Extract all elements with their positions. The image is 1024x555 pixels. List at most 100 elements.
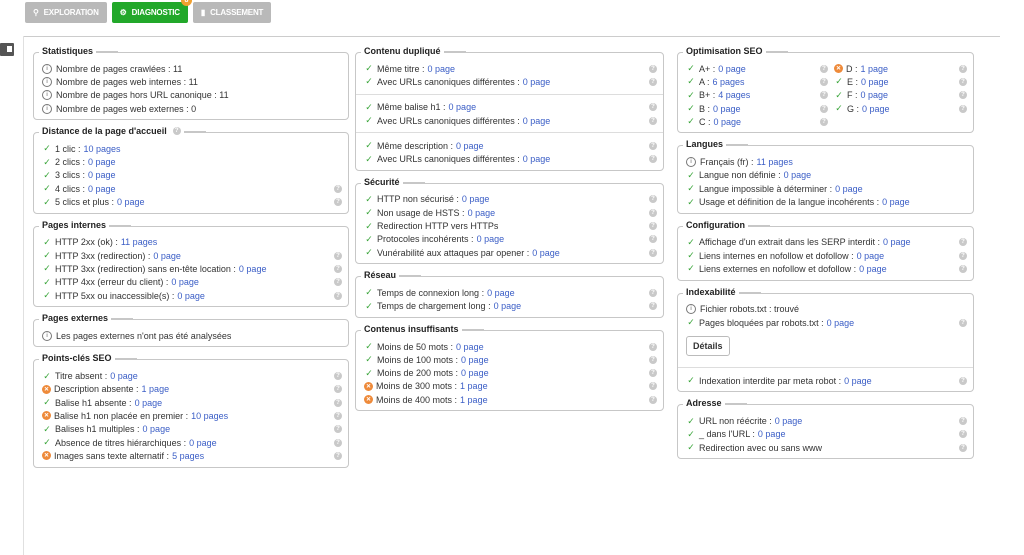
help-icon[interactable]: ?: [649, 64, 657, 73]
help-icon[interactable]: ?: [649, 116, 657, 125]
pages-link[interactable]: 0 page: [189, 438, 217, 448]
tab-exploration[interactable]: ⚲ EXPLORATION: [25, 2, 107, 23]
help-icon[interactable]: ?: [334, 425, 342, 434]
help-icon[interactable]: ?: [334, 398, 342, 407]
help-icon[interactable]: ?: [649, 103, 657, 112]
pages-link[interactable]: 0 page: [835, 184, 863, 194]
pages-link[interactable]: 0 page: [532, 248, 560, 258]
pages-link[interactable]: 4 pages: [718, 90, 750, 100]
pages-link[interactable]: 0 page: [883, 237, 911, 247]
help-icon[interactable]: ?: [959, 77, 967, 86]
pages-link[interactable]: 0 page: [117, 197, 145, 207]
help-icon[interactable]: ?: [649, 302, 657, 311]
help-icon[interactable]: ?: [649, 355, 657, 364]
help-icon[interactable]: ?: [649, 155, 657, 164]
pages-link[interactable]: 11 pages: [757, 157, 793, 167]
sidebar-toggle-icon[interactable]: [0, 43, 14, 56]
tab-classement[interactable]: ▮ CLASSEMENT: [192, 2, 272, 23]
pages-link[interactable]: 1 page: [861, 64, 889, 74]
pages-link[interactable]: 0 page: [714, 117, 742, 127]
help-icon[interactable]: ?: [820, 64, 828, 73]
help-icon[interactable]: ?: [334, 291, 342, 300]
help-icon[interactable]: ?: [820, 77, 828, 86]
help-icon[interactable]: ?: [334, 372, 342, 381]
help-icon[interactable]: ?: [649, 342, 657, 351]
help-icon[interactable]: ?: [334, 251, 342, 260]
help-icon[interactable]: ?: [649, 395, 657, 404]
help-icon[interactable]: ?: [959, 64, 967, 73]
pages-link[interactable]: 10 pages: [84, 144, 121, 154]
help-icon[interactable]: ?: [334, 438, 342, 447]
pages-link[interactable]: 0 page: [468, 208, 496, 218]
pages-link[interactable]: 0 page: [882, 197, 910, 207]
pages-link[interactable]: 0 page: [449, 102, 477, 112]
help-icon[interactable]: ?: [334, 411, 342, 420]
help-icon[interactable]: ?: [959, 264, 967, 273]
help-icon[interactable]: ?: [959, 251, 967, 260]
help-icon[interactable]: ?: [649, 235, 657, 244]
help-icon[interactable]: ?: [334, 198, 342, 207]
pages-link[interactable]: 0 page: [239, 264, 267, 274]
pages-link[interactable]: 0 page: [718, 64, 746, 74]
pages-link[interactable]: 1 page: [142, 384, 170, 394]
pages-link[interactable]: 0 page: [88, 184, 116, 194]
help-icon[interactable]: ?: [649, 288, 657, 297]
tab-diagnostic[interactable]: ⚙ DIAGNOSTIC 8: [111, 0, 192, 23]
help-icon[interactable]: ?: [820, 117, 828, 126]
details-button[interactable]: Détails: [686, 336, 730, 357]
help-icon[interactable]: ?: [820, 91, 828, 100]
pages-link[interactable]: 0 page: [177, 291, 205, 301]
help-icon[interactable]: ?: [334, 184, 342, 193]
pages-link[interactable]: 5 pages: [172, 451, 204, 461]
help-icon[interactable]: ?: [172, 127, 181, 136]
help-icon[interactable]: ?: [649, 208, 657, 217]
help-icon[interactable]: ?: [820, 104, 828, 113]
help-icon[interactable]: ?: [649, 222, 657, 231]
pages-link[interactable]: 0 page: [143, 424, 171, 434]
pages-link[interactable]: 0 page: [859, 264, 887, 274]
pages-link[interactable]: 0 page: [487, 288, 515, 298]
help-icon[interactable]: ?: [649, 77, 657, 86]
pages-link[interactable]: 0 page: [110, 371, 138, 381]
help-icon[interactable]: ?: [649, 369, 657, 378]
pages-link[interactable]: 0 page: [428, 64, 456, 74]
pages-link[interactable]: 0 page: [461, 355, 489, 365]
pages-link[interactable]: 11 pages: [121, 237, 157, 247]
help-icon[interactable]: ?: [959, 104, 967, 113]
help-icon[interactable]: ?: [959, 443, 967, 452]
pages-link[interactable]: 0 page: [861, 90, 889, 100]
pages-link[interactable]: 6 pages: [713, 77, 745, 87]
help-icon[interactable]: ?: [959, 417, 967, 426]
pages-link[interactable]: 10 pages: [191, 411, 228, 421]
help-icon[interactable]: ?: [334, 264, 342, 273]
pages-link[interactable]: 0 page: [462, 194, 490, 204]
pages-link[interactable]: 0 page: [857, 251, 885, 261]
pages-link[interactable]: 0 page: [775, 416, 803, 426]
help-icon[interactable]: ?: [959, 238, 967, 247]
help-icon[interactable]: ?: [959, 91, 967, 100]
pages-link[interactable]: 0 page: [153, 251, 181, 261]
pages-link[interactable]: 0 page: [844, 376, 872, 386]
pages-link[interactable]: 0 page: [713, 104, 741, 114]
pages-link[interactable]: 0 page: [758, 429, 786, 439]
pages-link[interactable]: 0 page: [461, 368, 489, 378]
help-icon[interactable]: ?: [959, 318, 967, 327]
pages-link[interactable]: 0 page: [784, 170, 812, 180]
help-icon[interactable]: ?: [959, 376, 967, 385]
pages-link[interactable]: 0 page: [827, 318, 855, 328]
help-icon[interactable]: ?: [649, 195, 657, 204]
pages-link[interactable]: 0 page: [494, 301, 522, 311]
pages-link[interactable]: 0 page: [523, 77, 551, 87]
pages-link[interactable]: 0 page: [862, 104, 890, 114]
pages-link[interactable]: 0 page: [135, 398, 163, 408]
pages-link[interactable]: 0 page: [523, 154, 551, 164]
help-icon[interactable]: ?: [334, 451, 342, 460]
pages-link[interactable]: 0 page: [861, 77, 889, 87]
pages-link[interactable]: 0 page: [88, 157, 116, 167]
pages-link[interactable]: 0 page: [477, 234, 505, 244]
help-icon[interactable]: ?: [649, 248, 657, 257]
pages-link[interactable]: 0 page: [171, 277, 199, 287]
pages-link[interactable]: 0 page: [88, 170, 116, 180]
pages-link[interactable]: 0 page: [523, 116, 551, 126]
help-icon[interactable]: ?: [334, 278, 342, 287]
